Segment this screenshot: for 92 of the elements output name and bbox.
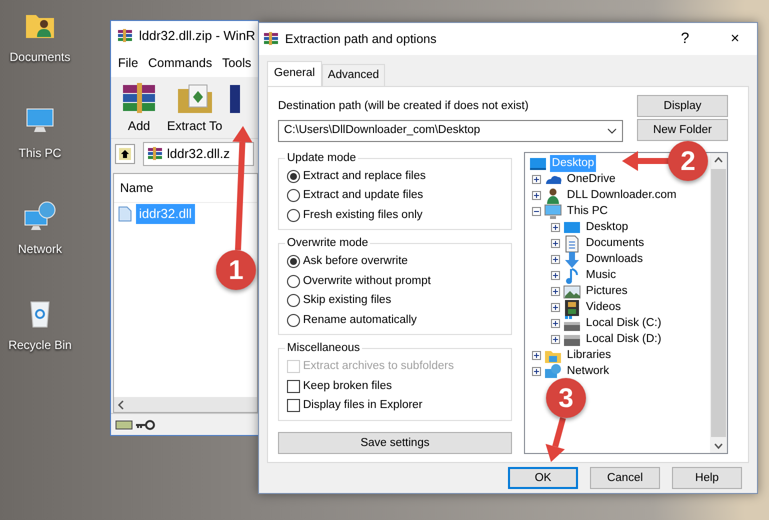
option-label[interactable]: Overwrite without prompt (303, 274, 431, 289)
up-button[interactable] (115, 144, 135, 164)
group-title: Update mode (285, 150, 358, 164)
expand-icon[interactable] (550, 303, 560, 312)
path-text: lddr32.dll.z (167, 144, 230, 163)
save-settings-button[interactable]: Save settings (278, 432, 512, 454)
archive-icon (147, 146, 163, 162)
tree-item[interactable]: Pictures (584, 282, 630, 300)
tree-item[interactable]: This PC (564, 202, 610, 220)
help-button[interactable]: ? (663, 28, 707, 50)
radio-button[interactable] (287, 314, 300, 327)
menu-item[interactable]: File (118, 54, 138, 73)
desktop-icon-label[interactable]: This PC (18, 144, 62, 162)
expand-icon[interactable] (550, 271, 560, 280)
expand-icon[interactable] (550, 239, 560, 248)
expand-icon[interactable] (550, 287, 560, 296)
path-field[interactable]: lddr32.dll.z (143, 142, 254, 166)
dialog-button[interactable]: New Folder (637, 119, 728, 142)
field-label: Destination path (will be created if does not exist) (278, 99, 530, 114)
tree-item[interactable]: Videos (584, 298, 623, 316)
tree-item[interactable]: Libraries (564, 346, 614, 364)
checkbox[interactable] (287, 380, 300, 393)
down-arrow-icon (562, 250, 581, 268)
tree-item[interactable]: OneDrive (564, 170, 618, 188)
desktop-icon-label[interactable]: Documents (10, 48, 70, 66)
expand-icon[interactable] (550, 319, 560, 328)
expand-icon[interactable] (532, 351, 541, 360)
globe-monitor-icon (544, 362, 562, 380)
archive-icon (263, 31, 279, 47)
dialog-button[interactable]: OK (508, 467, 578, 490)
expand-icon[interactable] (532, 175, 541, 184)
tree-item[interactable]: Local Disk (C:) (584, 314, 664, 332)
tab[interactable]: General (267, 61, 322, 86)
radio-button[interactable] (287, 255, 300, 268)
tree-item[interactable]: Desktop (584, 218, 630, 236)
toolbar-button[interactable]: Add (119, 80, 159, 136)
dropdown-caret-icon (607, 128, 617, 134)
option-label[interactable]: Fresh existing files only (303, 208, 423, 223)
dialog-button[interactable]: Cancel (590, 467, 660, 490)
tree-item[interactable]: Music (584, 266, 618, 284)
dialog-title: Extraction path and options (285, 30, 438, 48)
annotation-arrow (546, 417, 566, 462)
window-title: lddr32.dll.zip - WinR (139, 26, 256, 45)
tab[interactable]: Advanced (322, 64, 386, 86)
column-header[interactable]: Name (114, 174, 257, 204)
key-icon (135, 418, 155, 430)
drive-icon (562, 314, 581, 332)
option-label[interactable]: Skip existing files (303, 293, 392, 308)
document-icon (562, 234, 581, 252)
desktop-icon-label[interactable]: Recycle Bin (8, 336, 72, 354)
radio-button[interactable] (287, 208, 300, 222)
dialog-button[interactable]: Help (672, 467, 742, 490)
option-label[interactable]: Keep broken files (303, 378, 392, 394)
expand-icon[interactable] (550, 255, 560, 264)
monitor-icon (544, 202, 562, 220)
radio-button[interactable] (287, 294, 300, 308)
option-label[interactable]: Display files in Explorer (303, 398, 423, 414)
vertical-scrollbar[interactable] (710, 152, 727, 454)
option-label[interactable]: Ask before overwrite (303, 254, 408, 270)
expand-icon[interactable] (532, 367, 541, 376)
toolbar-button[interactable]: Extract To (167, 80, 222, 136)
radio-button[interactable] (287, 189, 300, 202)
scroll-up-icon (714, 156, 723, 162)
film-icon (562, 298, 581, 316)
picture-icon (562, 282, 581, 300)
tree-item[interactable]: Documents (584, 234, 646, 252)
tree-item[interactable]: DLL Downloader.com (564, 186, 678, 204)
scroll-down-icon (714, 443, 723, 450)
file-icon (118, 206, 132, 222)
expand-icon[interactable] (550, 335, 560, 344)
menu-item[interactable]: Tools (222, 54, 252, 73)
desktop-icon-label[interactable]: Network (18, 240, 62, 258)
horizontal-scrollbar[interactable] (114, 397, 257, 412)
collapse-icon[interactable] (532, 207, 541, 216)
expand-icon[interactable] (532, 191, 541, 200)
menu-item[interactable]: Commands (148, 54, 212, 73)
checkbox[interactable] (287, 399, 300, 412)
up-arrow-icon (119, 148, 131, 160)
radio-button[interactable] (287, 170, 300, 183)
tree-item[interactable]: Downloads (584, 250, 645, 268)
close-button[interactable]: × (713, 28, 757, 50)
option-label[interactable]: Rename automatically (303, 312, 417, 328)
path-combo-box[interactable]: C:\Users\DllDownloader_com\Desktop (278, 120, 623, 142)
option-label[interactable]: Extract and update files (303, 188, 424, 204)
archive-icon (117, 28, 133, 44)
expand-icon[interactable] (550, 223, 560, 232)
option-label[interactable]: Extract and replace files (303, 168, 426, 184)
drive-icon (115, 418, 133, 430)
radio-button[interactable] (287, 274, 300, 288)
tree-item[interactable]: Network (564, 362, 612, 380)
tree-item[interactable]: Local Disk (D:) (584, 330, 664, 348)
dialog-button[interactable]: Display (637, 95, 728, 118)
